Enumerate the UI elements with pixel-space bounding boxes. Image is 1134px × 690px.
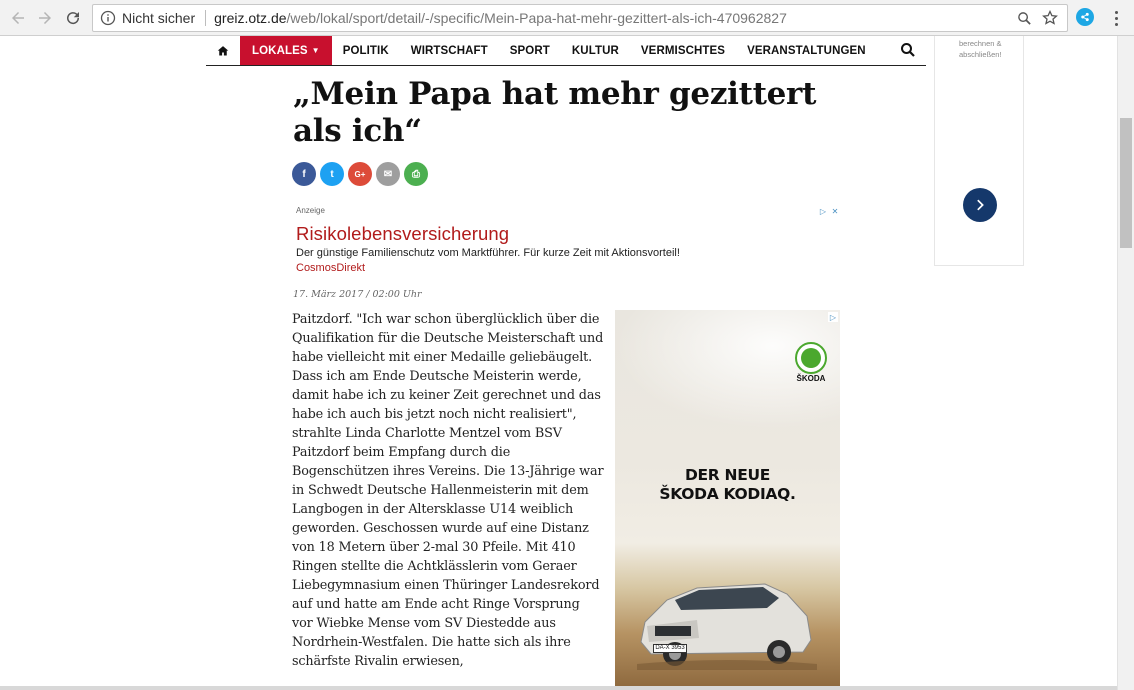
zoom-icon[interactable] (1015, 9, 1033, 27)
sidebar-teaser: berechnen & abschließen! (934, 36, 1024, 266)
site-navigation: LOKALES ▼ POLITIK WIRTSCHAFT SPORT KULTUR… (206, 36, 926, 66)
sidebar-teaser-text: berechnen & abschließen! (959, 39, 1002, 59)
ad-description: Der günstige Familienschutz vom Marktfüh… (296, 247, 680, 259)
url-path: /web/lokal/sport/detail/-/specific/Mein-… (286, 10, 787, 26)
article-dateline: 17. März 2017 / 02:00 Uhr (293, 289, 422, 300)
adchoices-icon[interactable]: ▷ (818, 206, 828, 216)
reload-button[interactable] (61, 6, 85, 30)
email-icon[interactable]: ✉ (376, 162, 400, 186)
adchoices-icons[interactable]: ▷ ✕ (818, 206, 840, 216)
reload-icon (67, 12, 80, 25)
facebook-icon[interactable]: f (292, 162, 316, 186)
url-host: greiz.otz.de (214, 10, 287, 26)
window-bottom-edge (0, 686, 1117, 690)
nav-item-lokales[interactable]: LOKALES ▼ (240, 36, 332, 65)
info-icon[interactable] (100, 10, 116, 26)
home-icon[interactable] (206, 36, 240, 65)
address-divider (205, 10, 207, 26)
text-advertisement[interactable]: Anzeige ▷ ✕ Risikolebensversicherung Der… (296, 206, 840, 274)
nav-item-veranstaltungen[interactable]: VERANSTALTUNGEN (736, 36, 877, 65)
ad-claim-line1: DER NEUE (684, 466, 771, 484)
nav-item-sport[interactable]: SPORT (499, 36, 561, 65)
ad-advertiser[interactable]: CosmosDirekt (296, 262, 840, 274)
chevron-right-icon (977, 199, 984, 211)
share-buttons: f t G+ ✉ ⎙ (292, 162, 428, 186)
twitter-icon[interactable]: t (320, 162, 344, 186)
bookmark-star-icon[interactable] (1041, 9, 1059, 27)
adchoices-icon[interactable]: ▷ (828, 312, 838, 322)
forward-arrow-icon (39, 12, 51, 24)
car-image (637, 583, 817, 670)
print-icon[interactable]: ⎙ (404, 162, 428, 186)
extension-icon[interactable] (1076, 8, 1094, 26)
close-ad-icon[interactable]: ✕ (830, 206, 840, 216)
ad-claim-line2: ŠKODA KODIAQ. (659, 485, 796, 503)
ad-brand: ŠKODA (796, 374, 826, 383)
skoda-logo (795, 342, 827, 374)
nav-item-kultur[interactable]: KULTUR (561, 36, 630, 65)
article-title: „Mein Papa hat mehr gezittert als ich“ (293, 76, 817, 149)
forward-button[interactable] (33, 6, 57, 30)
chevron-down-icon: ▼ (311, 46, 320, 55)
browser-menu-icon[interactable] (1108, 7, 1124, 29)
ad-label: Anzeige (296, 206, 325, 215)
nav-item-label: LOKALES (252, 44, 308, 57)
back-button[interactable] (6, 6, 30, 30)
display-advertisement[interactable]: ▷ ŠKODA DER NEUE ŠKODA KODIAQ. DA-X 3953 (615, 310, 840, 686)
security-label[interactable]: Nicht sicher (122, 10, 195, 26)
back-arrow-icon (12, 12, 24, 24)
address-bar[interactable]: Nicht sicher greiz.otz.de/web/lokal/spor… (92, 4, 1068, 32)
scrollbar-thumb[interactable] (1120, 118, 1132, 248)
ad-headline[interactable]: Risikolebensversicherung (296, 223, 840, 245)
license-plate: DA-X 3953 (653, 644, 687, 653)
nav-item-wirtschaft[interactable]: WIRTSCHAFT (400, 36, 499, 65)
page-scrollbar[interactable] (1117, 36, 1134, 690)
next-arrow-button[interactable] (963, 188, 997, 222)
article-body: Paitzdorf. "Ich war schon überglücklich … (292, 312, 604, 669)
browser-toolbar: Nicht sicher greiz.otz.de/web/lokal/spor… (0, 0, 1134, 36)
nav-item-vermischtes[interactable]: VERMISCHTES (630, 36, 736, 65)
ad-claim: DER NEUE ŠKODA KODIAQ. (615, 466, 840, 504)
google-plus-icon[interactable]: G+ (348, 162, 372, 186)
search-icon[interactable] (900, 42, 916, 58)
url-text[interactable]: greiz.otz.de/web/lokal/sport/detail/-/sp… (214, 10, 1015, 26)
nav-item-politik[interactable]: POLITIK (332, 36, 400, 65)
